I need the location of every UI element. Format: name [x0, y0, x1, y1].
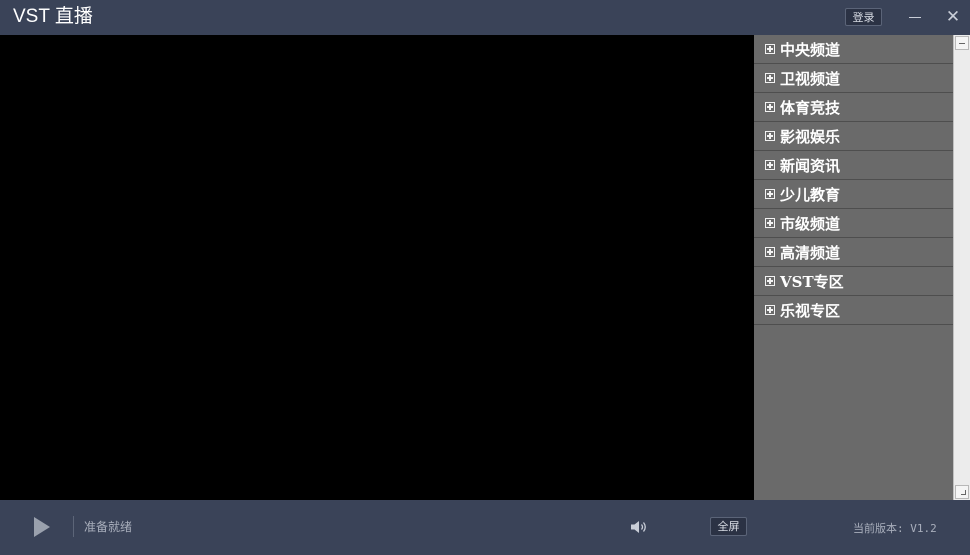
expand-icon[interactable] [765, 189, 775, 199]
close-icon[interactable]: ✕ [942, 6, 964, 28]
volume-icon[interactable] [630, 519, 648, 535]
video-area[interactable] [0, 35, 754, 500]
expand-icon[interactable] [765, 131, 775, 141]
scroll-up-button[interactable] [955, 36, 969, 50]
category-label: 市级频道 [780, 214, 841, 233]
category-item[interactable]: 影视娱乐 [754, 122, 953, 151]
version-text: 当前版本: V1.2 [853, 522, 937, 535]
minimize-icon[interactable] [904, 6, 926, 28]
expand-icon[interactable] [765, 160, 775, 170]
scroll-down-button[interactable] [955, 485, 969, 499]
divider [73, 516, 74, 537]
expand-icon[interactable] [765, 276, 775, 286]
fullscreen-button[interactable]: 全屏 [710, 517, 747, 536]
category-item[interactable]: 新闻资讯 [754, 151, 953, 180]
expand-icon[interactable] [765, 305, 775, 315]
status-text: 准备就绪 [84, 520, 133, 534]
category-item[interactable]: VST专区 [754, 267, 953, 296]
category-label: 影视娱乐 [780, 127, 841, 146]
category-label: 少儿教育 [780, 185, 841, 204]
category-item[interactable]: 中央频道 [754, 35, 953, 64]
expand-icon[interactable] [765, 247, 775, 257]
title-bar: VST 直播 登录 ✕ [0, 0, 970, 35]
category-label: 新闻资讯 [780, 156, 841, 175]
category-label: 乐视专区 [780, 301, 841, 320]
category-label: 体育竞技 [780, 98, 841, 117]
login-button[interactable]: 登录 [845, 8, 882, 26]
play-icon[interactable] [34, 517, 50, 537]
expand-icon[interactable] [765, 102, 775, 112]
category-item[interactable]: 卫视频道 [754, 64, 953, 93]
expand-icon[interactable] [765, 44, 775, 54]
control-bar: 准备就绪 全屏 当前版本: V1.2 [0, 500, 970, 555]
expand-icon[interactable] [765, 73, 775, 83]
category-item[interactable]: 市级频道 [754, 209, 953, 238]
category-label: 中央频道 [780, 40, 841, 59]
category-label: VST专区 [780, 272, 844, 291]
category-item[interactable]: 体育竞技 [754, 93, 953, 122]
category-item[interactable]: 乐视专区 [754, 296, 953, 325]
sidebar-scrollbar[interactable] [953, 35, 970, 500]
category-label: 卫视频道 [780, 69, 841, 88]
channel-category-list: 中央频道 卫视频道 体育竞技 影视娱乐 新闻资讯 少儿教育 市级频道 高清频道 … [754, 35, 953, 500]
category-item[interactable]: 高清频道 [754, 238, 953, 267]
category-item[interactable]: 少儿教育 [754, 180, 953, 209]
category-label: 高清频道 [780, 243, 841, 262]
app-title: VST 直播 [13, 6, 93, 27]
expand-icon[interactable] [765, 218, 775, 228]
